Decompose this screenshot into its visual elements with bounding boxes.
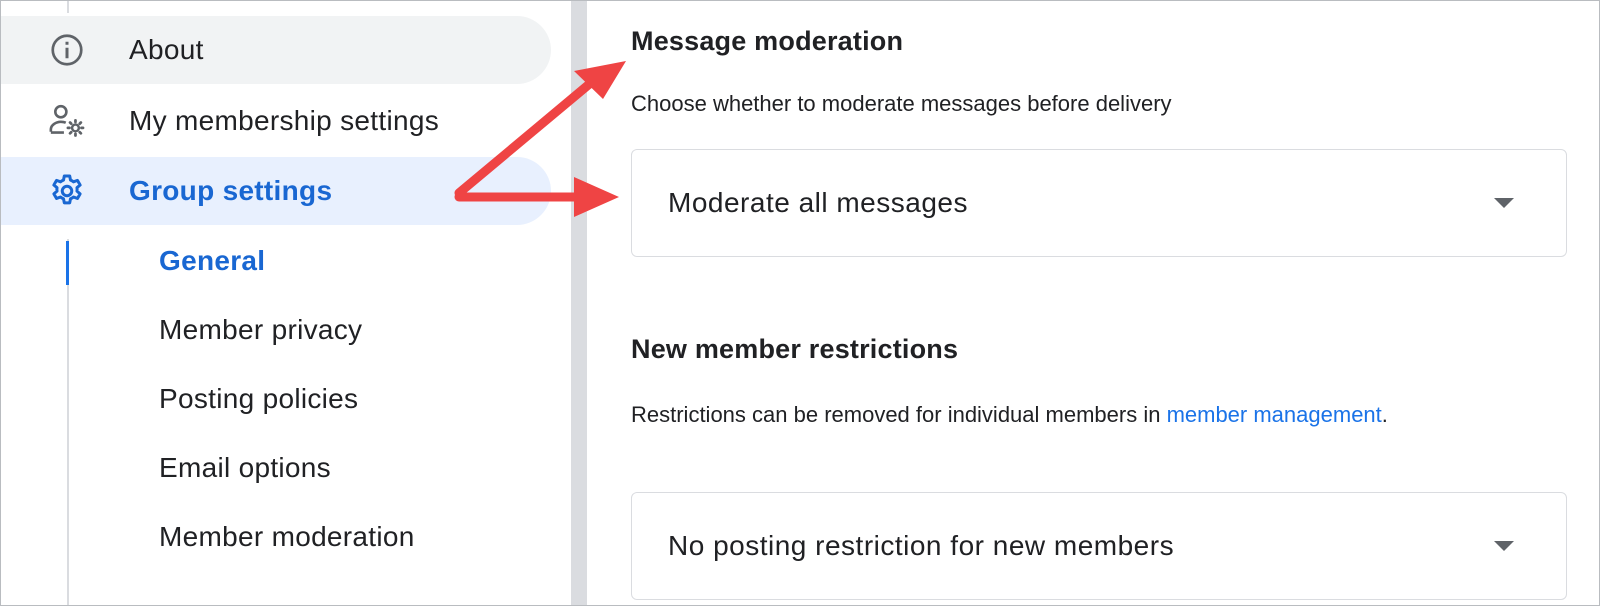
sidebar-item-about[interactable]: About — [1, 16, 551, 84]
select-value: Moderate all messages — [668, 187, 968, 218]
select-value: No posting restriction for new members — [668, 530, 1175, 561]
sidebar: About My membership settings Group setti… — [1, 1, 571, 605]
member-management-link[interactable]: member management — [1167, 402, 1382, 427]
sidebar-tree-line-top — [67, 1, 69, 13]
gear-icon — [47, 171, 87, 211]
message-moderation-description: Choose whether to moderate messages befo… — [631, 91, 1172, 116]
new-member-restrictions-description: Restrictions can be removed for individu… — [631, 398, 1411, 431]
settings-main: Message moderation Choose whether to mod… — [587, 1, 1599, 605]
sidebar-subitem-member-privacy[interactable]: Member privacy — [159, 314, 362, 346]
sidebar-tree-line — [67, 239, 69, 605]
sidebar-item-label: About — [129, 34, 204, 65]
sidebar-item-label: Group settings — [129, 175, 333, 206]
dropdown-arrow-icon — [1494, 541, 1514, 551]
sidebar-subitem-posting-policies[interactable]: Posting policies — [159, 383, 358, 415]
message-moderation-title: Message moderation — [631, 26, 904, 56]
person-settings-icon — [47, 101, 87, 141]
sidebar-subitem-member-moderation[interactable]: Member moderation — [159, 521, 415, 553]
new-member-restrictions-select[interactable]: No posting restriction for new members — [631, 492, 1567, 600]
sidebar-item-membership-settings[interactable]: My membership settings — [1, 87, 551, 155]
sidebar-item-group-settings[interactable]: Group settings — [1, 157, 551, 225]
active-indicator — [66, 241, 69, 285]
description-text: Restrictions can be removed for individu… — [631, 402, 1167, 427]
dropdown-arrow-icon — [1494, 198, 1514, 208]
pane-divider[interactable] — [571, 1, 587, 605]
new-member-restrictions-title: New member restrictions — [631, 334, 959, 364]
message-moderation-select[interactable]: Moderate all messages — [631, 149, 1567, 257]
sidebar-item-label: My membership settings — [129, 105, 440, 136]
description-period: . — [1381, 402, 1388, 427]
sidebar-subitem-general[interactable]: General — [159, 245, 265, 277]
info-icon — [47, 30, 87, 70]
sidebar-subitem-email-options[interactable]: Email options — [159, 452, 331, 484]
window: About My membership settings Group setti… — [0, 0, 1600, 606]
